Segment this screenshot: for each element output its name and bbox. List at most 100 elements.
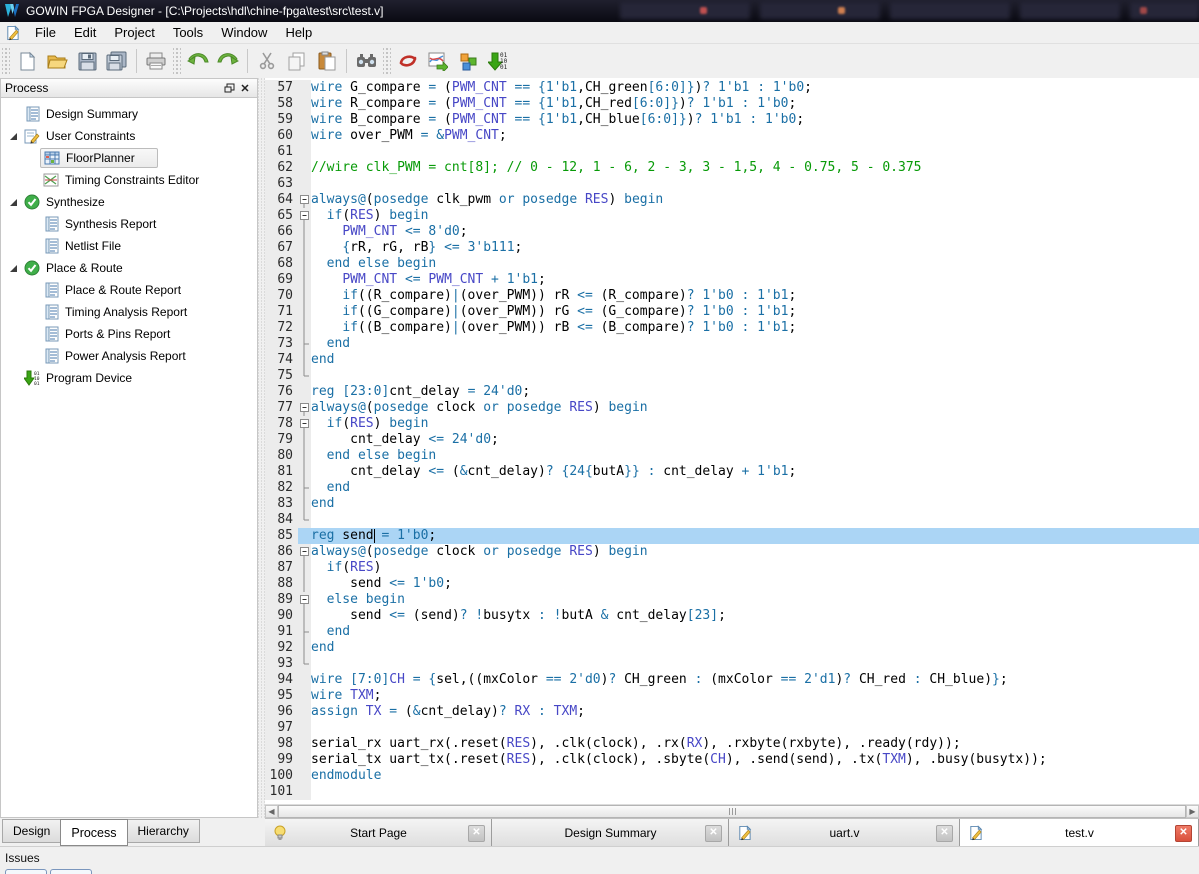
code-line-63[interactable]: 63 bbox=[265, 176, 1199, 192]
issues-button[interactable] bbox=[50, 869, 92, 874]
menu-help[interactable]: Help bbox=[276, 23, 321, 42]
menu-tools[interactable]: Tools bbox=[164, 23, 212, 42]
code-line-94[interactable]: 94wire [7:0]CH = {sel,((mxColor == 2'd0)… bbox=[265, 672, 1199, 688]
tab-close-icon[interactable]: ✕ bbox=[468, 825, 485, 842]
code-line-87[interactable]: 87 if(RES) bbox=[265, 560, 1199, 576]
synthesize-button[interactable] bbox=[393, 47, 423, 75]
fold-collapse-icon[interactable] bbox=[298, 544, 311, 560]
code-line-76[interactable]: 76reg [23:0]cnt_delay = 24'd0; bbox=[265, 384, 1199, 400]
toolbar-grip[interactable] bbox=[383, 48, 391, 74]
menu-window[interactable]: Window bbox=[212, 23, 276, 42]
issues-button[interactable] bbox=[5, 869, 47, 874]
code-line-59[interactable]: 59wire B_compare = (PWM_CNT == {1'b1,CH_… bbox=[265, 112, 1199, 128]
code-line-101[interactable]: 101 bbox=[265, 784, 1199, 800]
tab-close-icon[interactable]: ✕ bbox=[705, 825, 722, 842]
code-line-77[interactable]: 77always@(posedge clock or posedge RES) … bbox=[265, 400, 1199, 416]
code-line-93[interactable]: 93 bbox=[265, 656, 1199, 672]
tree-item-design-summary[interactable]: Design Summary bbox=[1, 103, 257, 125]
horizontal-scrollbar[interactable]: ◀ ▶ bbox=[265, 804, 1199, 818]
place-route-button[interactable] bbox=[453, 47, 483, 75]
tree-item-synthesis-report[interactable]: Synthesis Report bbox=[1, 213, 257, 235]
find-button[interactable] bbox=[351, 47, 381, 75]
scrollbar-thumb[interactable] bbox=[278, 805, 1186, 818]
code-line-78[interactable]: 78 if(RES) begin bbox=[265, 416, 1199, 432]
code-line-72[interactable]: 72 if((B_compare)|(over_PWM)) rB <= (B_c… bbox=[265, 320, 1199, 336]
code-line-85[interactable]: 85reg send = 1'b0; bbox=[265, 528, 1199, 544]
code-line-64[interactable]: 64always@(posedge clk_pwm or posedge RES… bbox=[265, 192, 1199, 208]
code-line-74[interactable]: 74end bbox=[265, 352, 1199, 368]
scroll-left-arrow-icon[interactable]: ◀ bbox=[265, 805, 278, 818]
paste-button[interactable] bbox=[312, 47, 342, 75]
print-button[interactable] bbox=[141, 47, 171, 75]
code-line-92[interactable]: 92end bbox=[265, 640, 1199, 656]
code-line-69[interactable]: 69 PWM_CNT <= PWM_CNT + 1'b1; bbox=[265, 272, 1199, 288]
code-line-71[interactable]: 71 if((G_compare)|(over_PWM)) rG <= (G_c… bbox=[265, 304, 1199, 320]
tab-close-icon[interactable]: ✕ bbox=[1175, 825, 1192, 842]
redo-button[interactable] bbox=[213, 47, 243, 75]
code-line-68[interactable]: 68 end else begin bbox=[265, 256, 1199, 272]
tree-item-netlist-file[interactable]: Netlist File bbox=[1, 235, 257, 257]
code-line-57[interactable]: 57wire G_compare = (PWM_CNT == {1'b1,CH_… bbox=[265, 80, 1199, 96]
code-line-62[interactable]: 62//wire clk_PWM = cnt[8]; // 0 - 12, 1 … bbox=[265, 160, 1199, 176]
tree-item-ports-pins-report[interactable]: Ports & Pins Report bbox=[1, 323, 257, 345]
code-line-84[interactable]: 84 bbox=[265, 512, 1199, 528]
open-button[interactable] bbox=[42, 47, 72, 75]
code-line-83[interactable]: 83end bbox=[265, 496, 1199, 512]
expander-icon[interactable] bbox=[5, 264, 21, 273]
new-button[interactable] bbox=[12, 47, 42, 75]
code-line-75[interactable]: 75 bbox=[265, 368, 1199, 384]
code-line-81[interactable]: 81 cnt_delay <= (&cnt_delay)? {24{butA}}… bbox=[265, 464, 1199, 480]
code-region[interactable]: 57wire G_compare = (PWM_CNT == {1'b1,CH_… bbox=[265, 78, 1199, 804]
program-device-button[interactable]: 011001 bbox=[483, 47, 513, 75]
cut-button[interactable] bbox=[252, 47, 282, 75]
code-line-96[interactable]: 96assign TX = (&cnt_delay)? RX : TXM; bbox=[265, 704, 1199, 720]
code-line-58[interactable]: 58wire R_compare = (PWM_CNT == {1'b1,CH_… bbox=[265, 96, 1199, 112]
tree-item-place-route-report[interactable]: Place & Route Report bbox=[1, 279, 257, 301]
menu-edit[interactable]: Edit bbox=[65, 23, 105, 42]
panel-splitter[interactable] bbox=[258, 78, 265, 818]
tree-item-place-route[interactable]: Place & Route bbox=[1, 257, 257, 279]
panel-tab-process[interactable]: Process bbox=[60, 819, 127, 846]
fold-collapse-icon[interactable] bbox=[298, 208, 311, 224]
panel-tab-design[interactable]: Design bbox=[2, 819, 61, 843]
code-line-61[interactable]: 61 bbox=[265, 144, 1199, 160]
code-line-79[interactable]: 79 cnt_delay <= 24'd0; bbox=[265, 432, 1199, 448]
doc-tab-test-v[interactable]: test.v✕ bbox=[960, 819, 1199, 847]
expander-icon[interactable] bbox=[5, 198, 21, 207]
code-line-86[interactable]: 86always@(posedge clock or posedge RES) … bbox=[265, 544, 1199, 560]
tree-item-floorplanner[interactable]: FloorPlanner bbox=[1, 147, 257, 169]
toolbar-grip[interactable] bbox=[2, 48, 10, 74]
doc-tab-start-page[interactable]: Start Page✕ bbox=[265, 819, 492, 847]
code-line-89[interactable]: 89 else begin bbox=[265, 592, 1199, 608]
code-line-67[interactable]: 67 {rR, rG, rB} <= 3'b111; bbox=[265, 240, 1199, 256]
copy-button[interactable] bbox=[282, 47, 312, 75]
code-line-88[interactable]: 88 send <= 1'b0; bbox=[265, 576, 1199, 592]
code-line-98[interactable]: 98serial_rx uart_rx(.reset(RES), .clk(cl… bbox=[265, 736, 1199, 752]
tree-item-timing-constraints-editor[interactable]: Timing Constraints Editor bbox=[1, 169, 257, 191]
code-line-100[interactable]: 100endmodule bbox=[265, 768, 1199, 784]
menu-project[interactable]: Project bbox=[105, 23, 163, 42]
save-all-button[interactable] bbox=[102, 47, 132, 75]
code-line-60[interactable]: 60wire over_PWM = &PWM_CNT; bbox=[265, 128, 1199, 144]
code-line-95[interactable]: 95wire TXM; bbox=[265, 688, 1199, 704]
panel-float-icon[interactable] bbox=[221, 81, 237, 95]
toolbar-grip[interactable] bbox=[173, 48, 181, 74]
tree-item-synthesize[interactable]: Synthesize bbox=[1, 191, 257, 213]
doc-tab-design-summary[interactable]: Design Summary✕ bbox=[492, 819, 729, 847]
code-line-90[interactable]: 90 send <= (send)? !busytx : !butA & cnt… bbox=[265, 608, 1199, 624]
tree-item-timing-analysis-report[interactable]: Timing Analysis Report bbox=[1, 301, 257, 323]
tree-item-power-analysis-report[interactable]: Power Analysis Report bbox=[1, 345, 257, 367]
undo-button[interactable] bbox=[183, 47, 213, 75]
panel-tab-hierarchy[interactable]: Hierarchy bbox=[127, 819, 200, 843]
code-line-70[interactable]: 70 if((R_compare)|(over_PWM)) rR <= (R_c… bbox=[265, 288, 1199, 304]
tree-item-program-device[interactable]: 011001Program Device bbox=[1, 367, 257, 389]
floorplanner-button[interactable] bbox=[423, 47, 453, 75]
fold-collapse-icon[interactable] bbox=[298, 192, 311, 208]
code-line-91[interactable]: 91 end bbox=[265, 624, 1199, 640]
expander-icon[interactable] bbox=[5, 132, 21, 141]
code-line-80[interactable]: 80 end else begin bbox=[265, 448, 1199, 464]
doc-tab-uart-v[interactable]: uart.v✕ bbox=[729, 819, 960, 847]
panel-close-icon[interactable]: ✕ bbox=[237, 81, 253, 95]
fold-collapse-icon[interactable] bbox=[298, 592, 311, 608]
tree-item-user-constraints[interactable]: User Constraints bbox=[1, 125, 257, 147]
